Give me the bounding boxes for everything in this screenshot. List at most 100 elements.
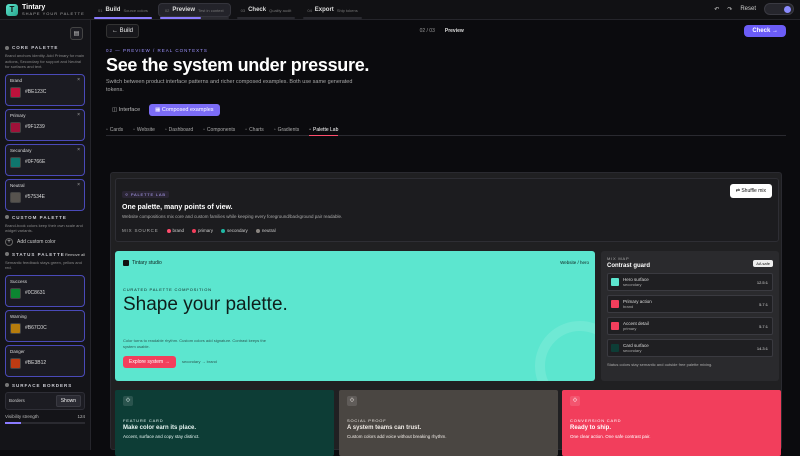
color-swatch[interactable]: [10, 191, 21, 203]
tab-icon: ▫: [106, 127, 108, 133]
app-logo[interactable]: T Tintary SHAPE YOUR PALETTE: [6, 3, 85, 16]
step-number: 04: [307, 7, 312, 13]
mix-dot-icon: [255, 228, 260, 233]
remove-icon[interactable]: ×: [77, 77, 80, 83]
mix-dot-icon: [192, 228, 197, 233]
remove-icon[interactable]: ×: [77, 147, 80, 153]
card-eyebrow: FEATURE CARD: [123, 418, 164, 423]
pager-count: 02 / 03: [419, 28, 435, 34]
tab-components[interactable]: ▫ Components: [203, 124, 235, 136]
example-card-3: ⟐ CONVERSION CARD Ready to ship. One clear …: [562, 390, 781, 456]
hex-value[interactable]: #0C8631: [25, 290, 45, 296]
visibility-label: Visibility strength: [5, 413, 39, 419]
redo-icon[interactable]: ↷: [727, 6, 732, 13]
hero-brand: Tintary studio: [123, 260, 162, 266]
remove-icon[interactable]: ×: [77, 182, 80, 188]
toggle-knob: [784, 6, 791, 13]
color-swatch[interactable]: [10, 287, 21, 299]
borders-row: Borders Shown: [5, 391, 85, 410]
swatch-primary[interactable]: Primary × #9F1239: [5, 108, 85, 141]
hex-value[interactable]: #57534E: [25, 194, 45, 200]
hex-value[interactable]: #9F1239: [25, 124, 45, 130]
slider-fill: [5, 421, 21, 424]
remove-icon[interactable]: ×: [77, 112, 80, 118]
tab-website[interactable]: ▫ Website: [133, 124, 155, 136]
tab-gradients[interactable]: ▫ Gradients: [274, 124, 299, 136]
hero-eyebrow: CURATED PALETTE COMPOSITION: [123, 287, 212, 292]
borders-toggle[interactable]: Shown: [55, 394, 81, 407]
seg-interface[interactable]: ◫ Interface: [106, 104, 146, 116]
sidebar: ▤ CORE PALETTE Brand anchors identity. A…: [0, 20, 91, 450]
hero-tag: Website / hero: [560, 260, 589, 265]
undo-icon[interactable]: ↶: [714, 6, 719, 13]
swatch-neutral[interactable]: Neutral × #57534E: [5, 178, 85, 211]
tab-palette-lab[interactable]: ▫ Palette Lab: [309, 124, 339, 136]
plus-icon: +: [5, 237, 13, 246]
step-nav: 01 Build Source colors 02 Preview Test in con…: [92, 3, 364, 19]
color-swatch[interactable]: [10, 86, 21, 98]
hero-mix-note: secondary → brand: [182, 359, 217, 364]
step-label: Export: [314, 7, 334, 13]
app-name: Tintary: [22, 3, 46, 11]
visibility-row: Visibility strength 124: [5, 414, 85, 419]
tab-icon: ▫: [164, 127, 167, 133]
color-swatch[interactable]: [10, 357, 21, 369]
step-export[interactable]: 04 Export Ship tokens: [301, 3, 363, 17]
color-swatch[interactable]: [10, 322, 21, 334]
step-preview[interactable]: 02 Preview Test in context: [157, 3, 231, 17]
color-swatch[interactable]: [10, 156, 21, 168]
mix-source: MIX SOURCE brand primary secondary neutral: [122, 228, 772, 233]
contrast-ratio: 5.7:1: [759, 302, 768, 307]
step-number: 01: [98, 7, 103, 13]
swatch-danger[interactable]: Danger #BE3B12: [5, 344, 85, 377]
step-build[interactable]: 01 Build Source colors: [92, 3, 154, 17]
swatch-name: Neutral: [10, 182, 25, 188]
swatch-success[interactable]: Success #0C8631: [5, 274, 85, 307]
borders-label: Borders: [9, 398, 25, 403]
color-swatch[interactable]: [10, 121, 21, 133]
surface-borders-heading: SURFACE BORDERS: [5, 383, 85, 388]
tab-cards[interactable]: ▫ Cards: [106, 124, 123, 136]
decorative-ring: [535, 321, 595, 381]
contrast-swatch: [611, 322, 619, 330]
mix-dot-icon: [166, 228, 171, 233]
tab-icon: ▫: [273, 127, 276, 133]
swatch-name: Success: [10, 278, 28, 284]
step-check[interactable]: 03 Check Quality audit: [235, 3, 298, 17]
core-palette-desc: Brand anchors identity. Add Primary for …: [5, 53, 85, 69]
visibility-slider[interactable]: [5, 421, 85, 424]
sidebar-toggle-icon[interactable]: ▤: [70, 27, 83, 40]
swatch-brand[interactable]: Brand × #BE123C: [5, 73, 85, 106]
aa-safe-badge: AA safe: [753, 260, 773, 267]
hero-composition: Tintary studio Website / hero CURATED PA…: [115, 251, 595, 381]
shuffle-mix-button[interactable]: ⇄ Shuffle mix: [729, 184, 772, 198]
reset-button[interactable]: Reset: [740, 6, 756, 12]
mix-map-panel: MIX MAP Contrast guard AA safe Hero surf…: [601, 251, 779, 381]
add-custom-color-button[interactable]: + Add custom color: [5, 237, 85, 246]
seg-composed-examples[interactable]: ▦ Composed examples: [149, 104, 220, 116]
hex-value[interactable]: #BE123C: [25, 89, 46, 95]
bullet-icon: [5, 45, 9, 50]
mix-map-footnote: Status colors stay semantic and outside …: [607, 362, 713, 367]
step-progress: [236, 17, 296, 19]
theme-toggle[interactable]: [764, 3, 794, 15]
hex-value[interactable]: #BE3B12: [25, 360, 46, 366]
example-card-2: ⟐ SOCIAL PROOF A system teams can trust. Cu…: [339, 390, 558, 456]
step-sub: Test in context: [198, 7, 224, 13]
bullet-icon: [5, 252, 9, 256]
swatch-warning[interactable]: Warning #B67C0C: [5, 309, 85, 342]
hex-value[interactable]: #B67C0C: [25, 325, 47, 331]
explore-system-button[interactable]: Explore system →: [123, 356, 176, 368]
step-sub: Source colors: [123, 7, 148, 13]
back-build-button[interactable]: ← Build: [106, 24, 140, 38]
tab-dashboard[interactable]: ▫ Dashboard: [165, 124, 193, 136]
contrast-role: brand: [623, 304, 634, 309]
check-button[interactable]: Check →: [744, 25, 786, 37]
top-actions: ↶ ↷ Reset: [714, 3, 794, 15]
swatch-secondary[interactable]: Secondary × #0F766E: [5, 143, 85, 176]
card-title: A system teams can trust.: [347, 425, 422, 431]
remove-all-button[interactable]: Remove all: [65, 252, 85, 257]
tab-charts[interactable]: ▫ Charts: [245, 124, 264, 136]
hex-value[interactable]: #0F766E: [25, 159, 45, 165]
page-title: See the system under pressure.: [106, 55, 370, 75]
